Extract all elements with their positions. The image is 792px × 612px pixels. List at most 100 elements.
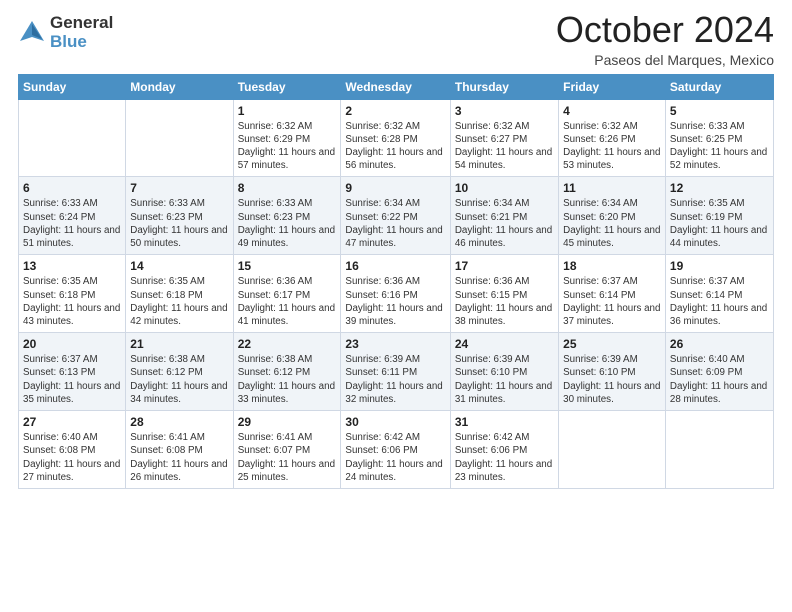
table-row: 24 Sunrise: 6:39 AMSunset: 6:10 PMDayligh… <box>450 333 558 411</box>
col-thursday: Thursday <box>450 74 558 99</box>
day-info: Sunrise: 6:36 AMSunset: 6:16 PMDaylight:… <box>345 275 445 328</box>
day-info: Sunrise: 6:32 AMSunset: 6:29 PMDaylight:… <box>238 120 337 173</box>
day-number: 12 <box>670 181 769 195</box>
page: General Blue October 2024 Paseos del Mar… <box>0 0 792 612</box>
table-row: 6Sunrise: 6:33 AMSunset: 6:24 PMDaylight… <box>19 177 126 255</box>
logo-text: General Blue <box>50 14 113 51</box>
day-info: Sunrise: 6:42 AMSunset: 6:06 PMDaylight:… <box>345 431 445 484</box>
day-number: 23 <box>345 337 445 351</box>
table-row <box>559 411 666 489</box>
day-number: 9 <box>345 181 445 195</box>
day-number: 14 <box>130 259 228 273</box>
day-number: 30 <box>345 415 445 429</box>
table-row: 9 Sunrise: 6:34 AMSunset: 6:22 PMDaylight… <box>341 177 450 255</box>
day-number: 10 <box>455 181 554 195</box>
table-row: 16 Sunrise: 6:36 AMSunset: 6:16 PMDayligh… <box>341 255 450 333</box>
table-row <box>665 411 773 489</box>
table-row: 10 Sunrise: 6:34 AMSunset: 6:21 PMDayligh… <box>450 177 558 255</box>
table-row: 22 Sunrise: 6:38 AMSunset: 6:12 PMDayligh… <box>233 333 341 411</box>
day-number: 20 <box>23 337 121 351</box>
day-number: 29 <box>238 415 337 429</box>
day-number: 1 <box>238 104 337 118</box>
table-row: 19Sunrise: 6:37 AMSunset: 6:14 PMDayligh… <box>665 255 773 333</box>
table-row: 20 Sunrise: 6:37 AMSunset: 6:13 PMDayligh… <box>19 333 126 411</box>
day-number: 18 <box>563 259 661 273</box>
table-row: 11 Sunrise: 6:34 AMSunset: 6:20 PMDayligh… <box>559 177 666 255</box>
day-info: Sunrise: 6:39 AMSunset: 6:11 PMDaylight:… <box>345 353 445 406</box>
table-row: 31 Sunrise: 6:42 AMSunset: 6:06 PMDayligh… <box>450 411 558 489</box>
table-row: 30 Sunrise: 6:42 AMSunset: 6:06 PMDayligh… <box>341 411 450 489</box>
header: General Blue October 2024 Paseos del Mar… <box>18 10 774 68</box>
col-saturday: Saturday <box>665 74 773 99</box>
logo-blue: Blue <box>50 33 113 52</box>
col-wednesday: Wednesday <box>341 74 450 99</box>
table-row: 28 Sunrise: 6:41 AMSunset: 6:08 PMDayligh… <box>126 411 233 489</box>
day-info: Sunrise: 6:33 AMSunset: 6:23 PMDaylight:… <box>130 197 228 250</box>
day-info: Sunrise: 6:32 AMSunset: 6:26 PMDaylight:… <box>563 120 661 173</box>
header-row: Sunday Monday Tuesday Wednesday Thursday… <box>19 74 774 99</box>
day-info: Sunrise: 6:38 AMSunset: 6:12 PMDaylight:… <box>130 353 228 406</box>
day-number: 31 <box>455 415 554 429</box>
col-tuesday: Tuesday <box>233 74 341 99</box>
day-number: 11 <box>563 181 661 195</box>
day-info: Sunrise: 6:35 AMSunset: 6:18 PMDaylight:… <box>23 275 121 328</box>
day-number: 24 <box>455 337 554 351</box>
day-info: Sunrise: 6:33 AMSunset: 6:25 PMDaylight:… <box>670 120 769 173</box>
day-info: Sunrise: 6:39 AMSunset: 6:10 PMDaylight:… <box>455 353 554 406</box>
table-row: 26 Sunrise: 6:40 AMSunset: 6:09 PMDayligh… <box>665 333 773 411</box>
col-friday: Friday <box>559 74 666 99</box>
calendar-week-1: 1 Sunrise: 6:32 AMSunset: 6:29 PMDaylight… <box>19 99 774 177</box>
table-row: 23 Sunrise: 6:39 AMSunset: 6:11 PMDayligh… <box>341 333 450 411</box>
day-info: Sunrise: 6:32 AMSunset: 6:28 PMDaylight:… <box>345 120 445 173</box>
logo-icon <box>18 19 46 47</box>
day-info: Sunrise: 6:33 AMSunset: 6:23 PMDaylight:… <box>238 197 337 250</box>
day-number: 21 <box>130 337 228 351</box>
table-row: 7 Sunrise: 6:33 AMSunset: 6:23 PMDaylight… <box>126 177 233 255</box>
table-row: 8 Sunrise: 6:33 AMSunset: 6:23 PMDaylight… <box>233 177 341 255</box>
day-number: 25 <box>563 337 661 351</box>
day-info: Sunrise: 6:36 AMSunset: 6:15 PMDaylight:… <box>455 275 554 328</box>
month-title: October 2024 <box>556 10 774 50</box>
day-number: 26 <box>670 337 769 351</box>
logo-general: General <box>50 14 113 33</box>
day-info: Sunrise: 6:35 AMSunset: 6:18 PMDaylight:… <box>130 275 228 328</box>
day-number: 7 <box>130 181 228 195</box>
day-number: 17 <box>455 259 554 273</box>
day-info: Sunrise: 6:41 AMSunset: 6:08 PMDaylight:… <box>130 431 228 484</box>
table-row: 27Sunrise: 6:40 AMSunset: 6:08 PMDayligh… <box>19 411 126 489</box>
calendar-week-3: 13Sunrise: 6:35 AMSunset: 6:18 PMDayligh… <box>19 255 774 333</box>
col-monday: Monday <box>126 74 233 99</box>
day-info: Sunrise: 6:35 AMSunset: 6:19 PMDaylight:… <box>670 197 769 250</box>
table-row: 5 Sunrise: 6:33 AMSunset: 6:25 PMDaylight… <box>665 99 773 177</box>
table-row: 25 Sunrise: 6:39 AMSunset: 6:10 PMDayligh… <box>559 333 666 411</box>
day-number: 28 <box>130 415 228 429</box>
day-info: Sunrise: 6:32 AMSunset: 6:27 PMDaylight:… <box>455 120 554 173</box>
day-number: 16 <box>345 259 445 273</box>
day-info: Sunrise: 6:34 AMSunset: 6:21 PMDaylight:… <box>455 197 554 250</box>
day-number: 5 <box>670 104 769 118</box>
day-number: 3 <box>455 104 554 118</box>
day-info: Sunrise: 6:34 AMSunset: 6:20 PMDaylight:… <box>563 197 661 250</box>
table-row: 15Sunrise: 6:36 AMSunset: 6:17 PMDayligh… <box>233 255 341 333</box>
day-info: Sunrise: 6:37 AMSunset: 6:14 PMDaylight:… <box>563 275 661 328</box>
day-info: Sunrise: 6:33 AMSunset: 6:24 PMDaylight:… <box>23 197 121 250</box>
day-info: Sunrise: 6:42 AMSunset: 6:06 PMDaylight:… <box>455 431 554 484</box>
table-row: 2Sunrise: 6:32 AMSunset: 6:28 PMDaylight… <box>341 99 450 177</box>
day-info: Sunrise: 6:39 AMSunset: 6:10 PMDaylight:… <box>563 353 661 406</box>
day-number: 22 <box>238 337 337 351</box>
table-row: 13Sunrise: 6:35 AMSunset: 6:18 PMDayligh… <box>19 255 126 333</box>
table-row: 18 Sunrise: 6:37 AMSunset: 6:14 PMDayligh… <box>559 255 666 333</box>
calendar-week-2: 6Sunrise: 6:33 AMSunset: 6:24 PMDaylight… <box>19 177 774 255</box>
col-sunday: Sunday <box>19 74 126 99</box>
day-info: Sunrise: 6:41 AMSunset: 6:07 PMDaylight:… <box>238 431 337 484</box>
day-number: 8 <box>238 181 337 195</box>
day-info: Sunrise: 6:37 AMSunset: 6:13 PMDaylight:… <box>23 353 121 406</box>
day-info: Sunrise: 6:38 AMSunset: 6:12 PMDaylight:… <box>238 353 337 406</box>
day-info: Sunrise: 6:37 AMSunset: 6:14 PMDaylight:… <box>670 275 769 328</box>
day-number: 15 <box>238 259 337 273</box>
day-info: Sunrise: 6:40 AMSunset: 6:09 PMDaylight:… <box>670 353 769 406</box>
title-block: October 2024 Paseos del Marques, Mexico <box>556 10 774 68</box>
calendar-week-5: 27Sunrise: 6:40 AMSunset: 6:08 PMDayligh… <box>19 411 774 489</box>
day-info: Sunrise: 6:34 AMSunset: 6:22 PMDaylight:… <box>345 197 445 250</box>
table-row: 3 Sunrise: 6:32 AMSunset: 6:27 PMDaylight… <box>450 99 558 177</box>
